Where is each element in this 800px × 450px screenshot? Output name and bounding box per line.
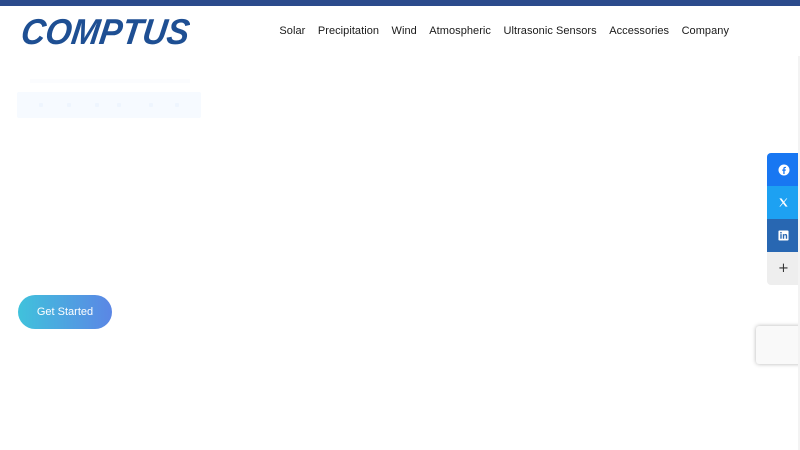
nav-item-accessories[interactable]: Accessories <box>609 25 669 37</box>
share-linkedin-button[interactable] <box>767 219 800 252</box>
nav-item-ultrasonic-sensors[interactable]: Ultrasonic Sensors <box>503 25 596 37</box>
faint-glyph <box>175 103 179 107</box>
nav-item-solar[interactable]: Solar <box>279 25 305 37</box>
share-facebook-button[interactable] <box>767 153 800 186</box>
share-x-button[interactable] <box>767 186 800 219</box>
social-share-bar: + <box>767 153 800 285</box>
page: COMPTUS Solar Precipitation Wind Atmosph… <box>0 0 800 450</box>
main-nav: Solar Precipitation Wind Atmospheric Ult… <box>279 6 729 56</box>
linkedin-icon <box>778 230 789 241</box>
nav-item-wind[interactable]: Wind <box>392 25 417 37</box>
faint-glyph <box>117 103 121 107</box>
comptus-logo[interactable]: COMPTUS <box>18 14 190 50</box>
nav-item-company[interactable]: Company <box>682 25 729 37</box>
faint-glyph <box>95 103 99 107</box>
share-more-button[interactable]: + <box>767 252 800 285</box>
site-header: COMPTUS Solar Precipitation Wind Atmosph… <box>0 6 800 56</box>
comptus-logo-icon: COMPTUS <box>19 14 190 50</box>
svg-text:COMPTUS: COMPTUS <box>19 14 190 50</box>
hero-faint-subheading <box>17 92 201 118</box>
hero-faint-heading <box>30 79 190 83</box>
faint-glyph <box>149 103 153 107</box>
facebook-icon <box>778 164 789 175</box>
faint-glyph <box>39 103 43 107</box>
nav-item-precipitation[interactable]: Precipitation <box>318 25 379 37</box>
recaptcha-badge[interactable] <box>756 326 800 364</box>
get-started-button[interactable]: Get Started <box>18 295 112 329</box>
plus-icon: + <box>778 261 789 276</box>
nav-item-atmospheric[interactable]: Atmospheric <box>429 25 491 37</box>
faint-glyph <box>67 103 71 107</box>
x-twitter-icon <box>779 198 788 207</box>
